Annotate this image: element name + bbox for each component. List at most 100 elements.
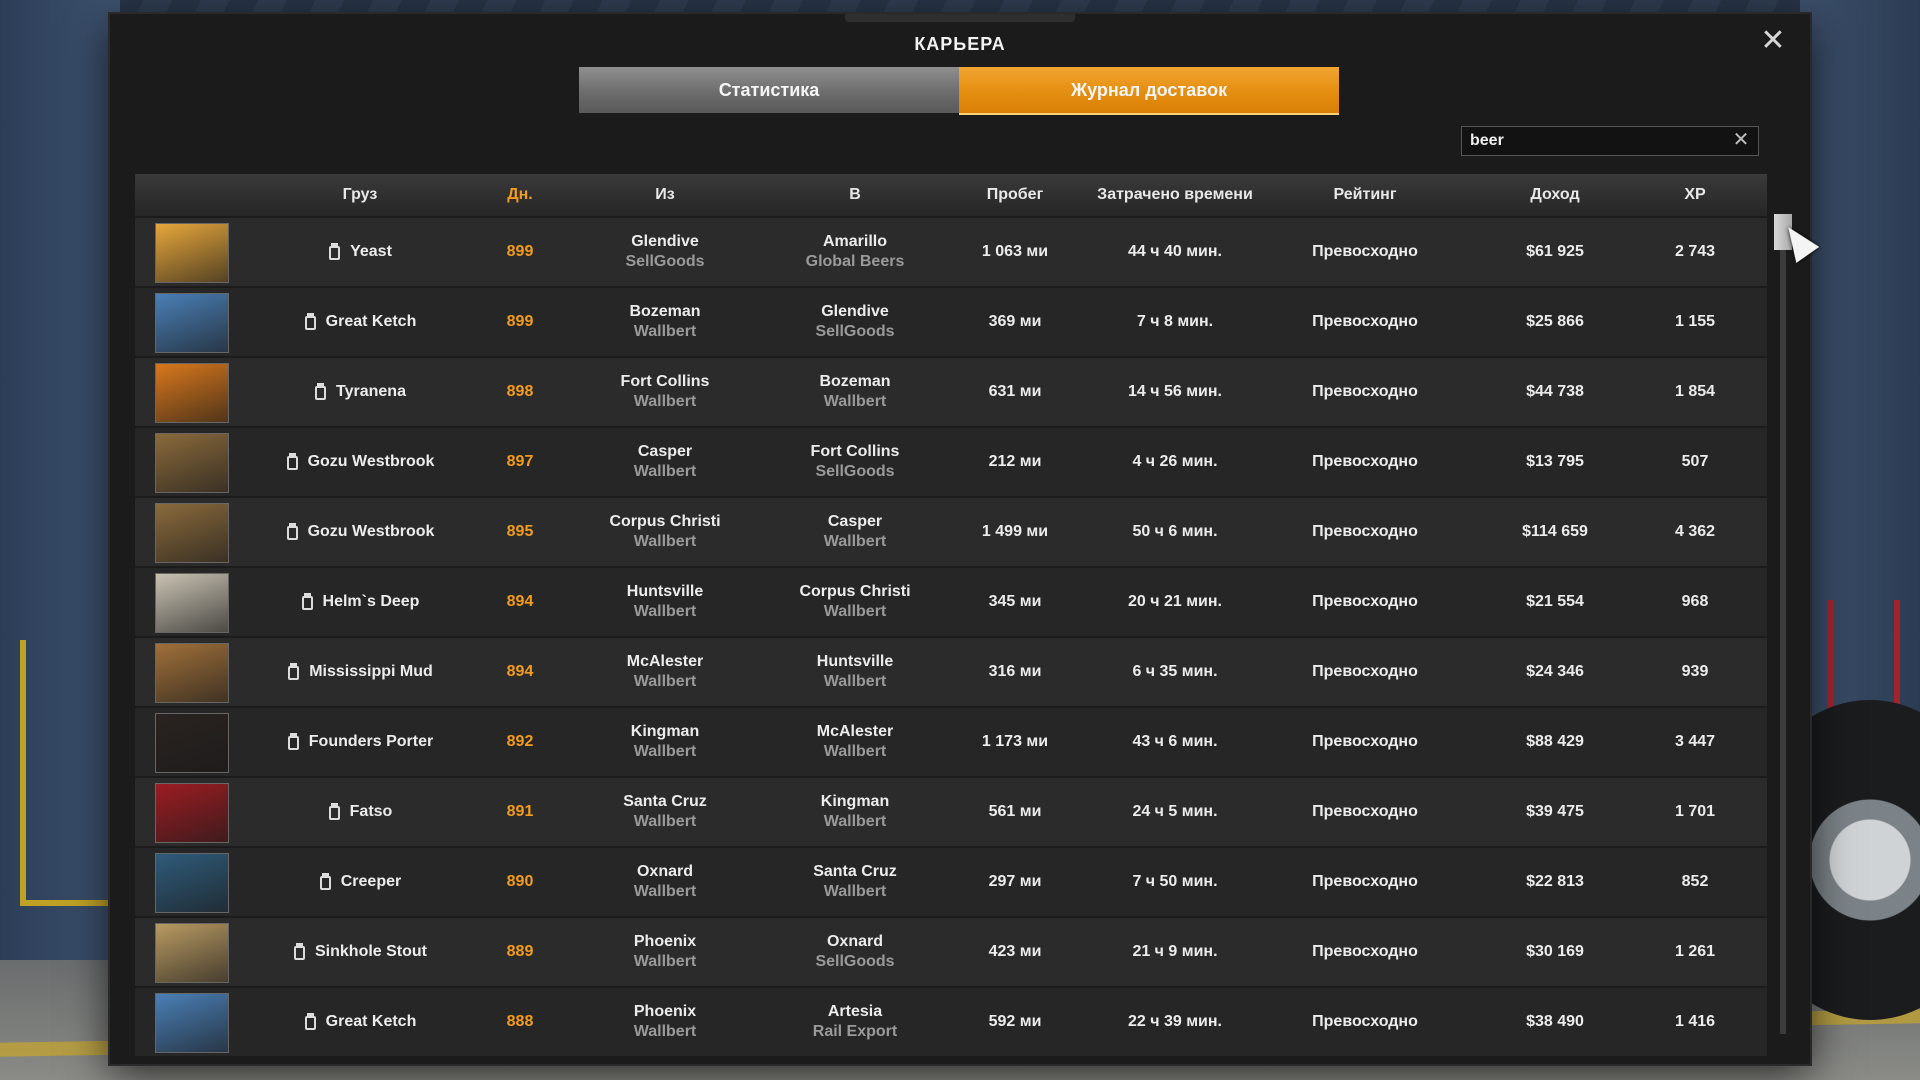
xp-cell: 852: [1681, 873, 1709, 890]
scrollbar-track[interactable]: [1780, 214, 1786, 1034]
table-row[interactable]: Sinkhole Stout 889 Phoenix Wallbert Oxna…: [135, 918, 1767, 986]
time-cell: 24 ч 5 мин.: [1132, 803, 1218, 820]
distance-cell: 592 ми: [988, 1013, 1042, 1030]
table-row[interactable]: Mississippi Mud 894 McAlester Wallbert H…: [135, 638, 1767, 706]
to-company: Wallbert: [823, 533, 887, 550]
to-company: Wallbert: [823, 813, 887, 830]
time-cell: 43 ч 6 мин.: [1132, 733, 1218, 750]
time-cell: 22 ч 39 мин.: [1128, 1013, 1222, 1030]
time-cell: 21 ч 9 мин.: [1132, 943, 1218, 960]
rating-cell: Превосходно: [1312, 803, 1418, 820]
table-row[interactable]: Yeast 899 Glendive SellGoods Amarillo Gl…: [135, 218, 1767, 286]
to-city: Bozeman: [819, 373, 891, 390]
from-company: Wallbert: [633, 813, 697, 830]
time-cell: 4 ч 26 мин.: [1132, 453, 1218, 470]
column-header-income[interactable]: Доход: [1460, 174, 1650, 216]
from-cell: Casper Wallbert: [570, 428, 760, 496]
cargo-cell: Helm`s Deep: [250, 568, 470, 636]
day-cell: 889: [506, 943, 534, 960]
column-header-rating[interactable]: Рейтинг: [1270, 174, 1460, 216]
column-header-time[interactable]: Затрачено времени: [1080, 174, 1270, 216]
xp-cell: 1 416: [1674, 1013, 1716, 1030]
day-cell: 895: [506, 523, 534, 540]
to-company: Wallbert: [823, 673, 887, 690]
column-header-cargo[interactable]: Груз: [250, 174, 470, 216]
column-header-xp[interactable]: XP: [1650, 174, 1740, 216]
from-cell: Glendive SellGoods: [570, 218, 760, 286]
cargo-name: Great Ketch: [325, 1013, 417, 1030]
income-cell: $61 925: [1526, 243, 1584, 260]
to-cell: Huntsville Wallbert: [760, 638, 950, 706]
to-city: Corpus Christi: [799, 583, 911, 600]
column-header-to[interactable]: В: [760, 174, 950, 216]
cargo-cell: Creeper: [250, 848, 470, 916]
table-row[interactable]: Fatso 891 Santa Cruz Wallbert Kingman Wa…: [135, 778, 1767, 846]
cargo-name: Great Ketch: [325, 313, 417, 330]
to-company: SellGoods: [815, 463, 895, 480]
day-cell: 894: [506, 663, 534, 680]
from-company: Wallbert: [633, 603, 697, 620]
from-city: Phoenix: [633, 933, 697, 950]
column-header-distance[interactable]: Пробег: [950, 174, 1080, 216]
rating-cell: Превосходно: [1312, 593, 1418, 610]
close-icon[interactable]: ✕: [1756, 24, 1790, 58]
table-row[interactable]: Helm`s Deep 894 Huntsville Wallbert Corp…: [135, 568, 1767, 636]
from-city: Phoenix: [633, 1003, 697, 1020]
beer-mug-icon: [328, 803, 344, 821]
from-company: Wallbert: [633, 883, 697, 900]
table-row[interactable]: Great Ketch 888 Phoenix Wallbert Artesia…: [135, 988, 1767, 1056]
tab-statistics[interactable]: Статистика: [579, 67, 959, 113]
table-row[interactable]: Founders Porter 892 Kingman Wallbert McA…: [135, 708, 1767, 776]
tab-delivery-log[interactable]: Журнал доставок: [959, 67, 1339, 115]
xp-cell: 968: [1681, 593, 1709, 610]
table-row[interactable]: Great Ketch 899 Bozeman Wallbert Glendiv…: [135, 288, 1767, 356]
from-company: Wallbert: [633, 673, 697, 690]
garage-wall-left: [0, 0, 120, 1080]
to-cell: Corpus Christi Wallbert: [760, 568, 950, 636]
beer-mug-icon: [286, 453, 302, 471]
rating-cell: Превосходно: [1312, 383, 1418, 400]
to-city: Casper: [827, 513, 883, 530]
xp-cell: 1 854: [1674, 383, 1716, 400]
from-cell: Phoenix Wallbert: [570, 988, 760, 1056]
income-cell: $114 659: [1522, 523, 1588, 540]
table-row[interactable]: Gozu Westbrook 895 Corpus Christi Wallbe…: [135, 498, 1767, 566]
table-row[interactable]: Gozu Westbrook 897 Casper Wallbert Fort …: [135, 428, 1767, 496]
rating-cell: Превосходно: [1312, 523, 1418, 540]
cargo-thumbnail: [155, 433, 229, 493]
rating-cell: Превосходно: [1312, 1013, 1418, 1030]
cargo-cell: Sinkhole Stout: [250, 918, 470, 986]
beer-mug-icon: [314, 383, 330, 401]
to-company: SellGoods: [815, 323, 895, 340]
search-input[interactable]: [1462, 127, 1728, 155]
cargo-cell: Founders Porter: [250, 708, 470, 776]
table-body: Yeast 899 Glendive SellGoods Amarillo Gl…: [135, 218, 1767, 1056]
clear-search-icon[interactable]: ✕: [1730, 129, 1752, 151]
column-header-days[interactable]: Дн.: [470, 174, 570, 216]
day-cell: 898: [506, 383, 534, 400]
cargo-thumbnail: [155, 783, 229, 843]
cargo-name: Yeast: [350, 243, 392, 260]
beer-mug-icon: [304, 313, 320, 331]
day-cell: 899: [506, 313, 534, 330]
distance-cell: 1 499 ми: [981, 523, 1049, 540]
beer-mug-icon: [293, 943, 309, 961]
cargo-cell: Tyranena: [250, 358, 470, 426]
to-cell: Oxnard SellGoods: [760, 918, 950, 986]
rating-cell: Превосходно: [1312, 663, 1418, 680]
from-company: Wallbert: [633, 953, 697, 970]
rating-cell: Превосходно: [1312, 733, 1418, 750]
income-cell: $30 169: [1526, 943, 1584, 960]
table-row[interactable]: Tyranena 898 Fort Collins Wallbert Bozem…: [135, 358, 1767, 426]
table-row[interactable]: Creeper 890 Oxnard Wallbert Santa Cruz W…: [135, 848, 1767, 916]
cargo-name: Gozu Westbrook: [307, 523, 435, 540]
income-cell: $44 738: [1526, 383, 1584, 400]
column-header-from[interactable]: Из: [570, 174, 760, 216]
from-city: Corpus Christi: [609, 513, 721, 530]
xp-cell: 939: [1681, 663, 1709, 680]
to-city: Oxnard: [826, 933, 883, 950]
xp-cell: 4 362: [1674, 523, 1716, 540]
cargo-thumbnail: [155, 853, 229, 913]
tab-bar: Статистика Журнал доставок: [579, 67, 1339, 115]
yellow-rack: [20, 640, 122, 906]
